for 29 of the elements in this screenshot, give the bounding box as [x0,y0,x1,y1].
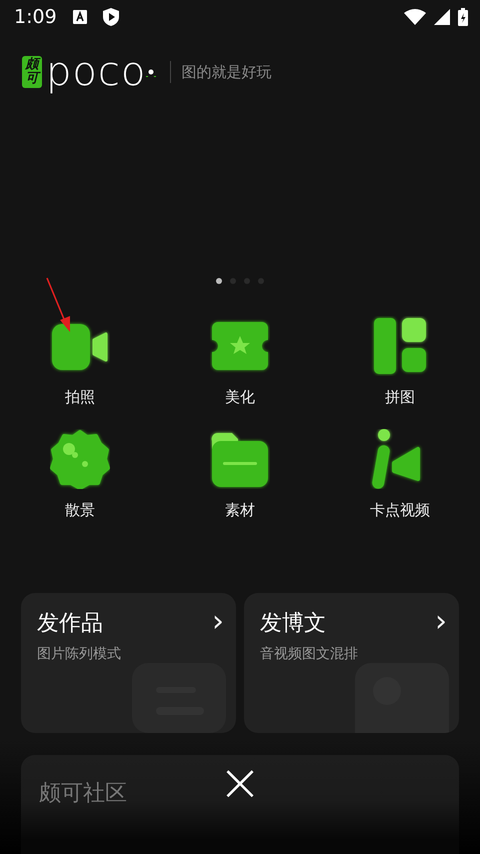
post-card[interactable]: 发博文 音视频图文混排 › [244,593,459,733]
tool-button[interactable]: 拼图 [320,316,480,408]
card-title: 发作品 [37,610,103,638]
tagline-text: 图的就是好玩 [170,60,272,84]
close-button[interactable]: × [218,758,262,808]
post-card[interactable]: 发作品 图片陈列模式 › [21,593,236,733]
logo-text: poco [46,52,146,92]
flower-blob-icon [50,428,110,488]
card-subtitle: 图片陈列模式 [37,645,121,664]
clock-text: 1:09 [14,4,57,30]
card-subtitle: 音视频图文混排 [260,645,358,664]
tool-button[interactable]: 拍照 [0,316,160,408]
battery-icon [458,8,468,26]
tool-button[interactable]: 素材 [160,428,320,521]
community-title: 颇可社区 [39,780,127,808]
tool-button[interactable]: 散景 [0,428,160,521]
logo-badge: 颇可 [22,56,42,88]
card-title: 发博文 [260,610,326,638]
chevron-button[interactable]: › [435,607,447,637]
wifi-icon [404,9,426,25]
page-dot[interactable] [216,278,222,284]
chevron-button[interactable]: › [212,607,224,637]
document-icon [355,663,449,733]
signal-icon [434,9,450,25]
document-icon [132,663,226,733]
tool-button[interactable]: 卡点视频 [320,428,480,521]
font-icon [72,10,87,24]
shield-play-icon [102,8,119,26]
tool-button[interactable]: 美化 [160,316,320,408]
